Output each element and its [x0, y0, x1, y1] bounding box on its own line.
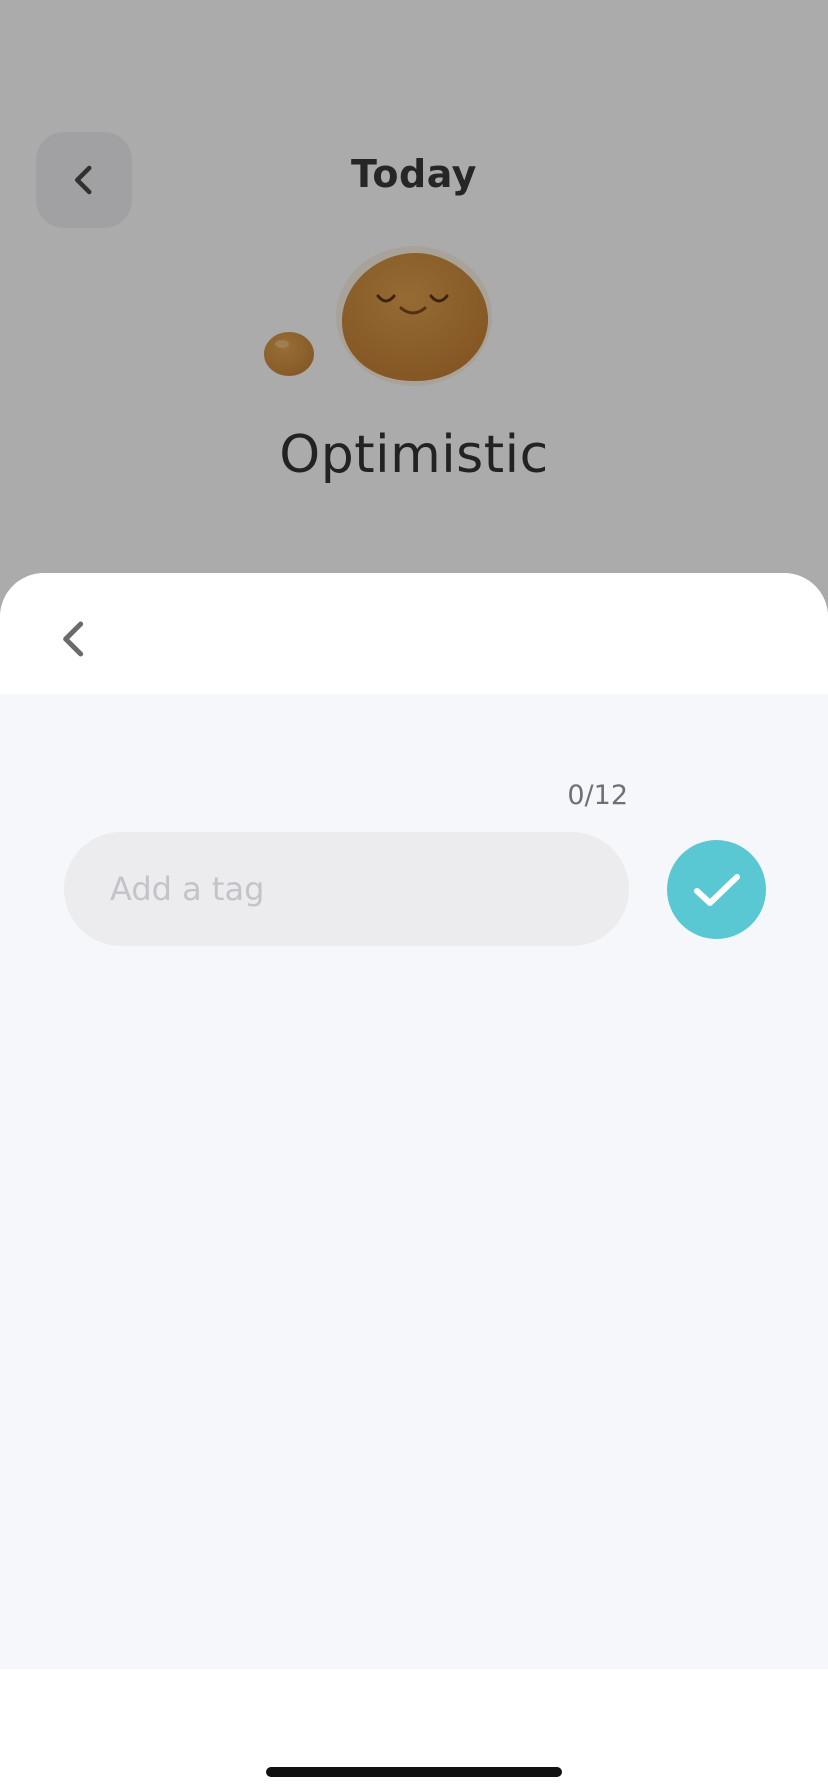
- add-tag-sheet: 0/12: [0, 573, 828, 1792]
- confirm-button[interactable]: [667, 840, 766, 939]
- sheet-header: [0, 573, 828, 694]
- sheet-body: 0/12: [0, 694, 828, 1669]
- character-counter: 0/12: [567, 780, 628, 811]
- sheet-back-button[interactable]: [44, 609, 104, 669]
- screen: Today Optimistic 0/12 Add a tag: [0, 0, 828, 1792]
- tag-input[interactable]: [64, 832, 629, 946]
- checkmark-icon: [693, 873, 740, 906]
- chevron-left-icon: [63, 621, 84, 657]
- home-indicator[interactable]: [266, 1767, 562, 1777]
